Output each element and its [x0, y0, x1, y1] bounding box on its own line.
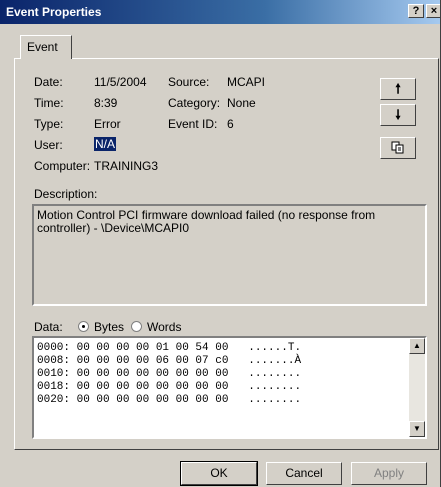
event-properties-window: Event Properties ? × Event Date: 11/5/20…	[0, 0, 441, 487]
description-text: Motion Control PCI firmware download fai…	[37, 208, 376, 235]
words-label: Words	[147, 320, 182, 334]
time-label: Time:	[34, 96, 64, 110]
down-arrow-icon: 🠗	[395, 107, 401, 122]
date-value: 11/5/2004	[94, 75, 147, 89]
computer-value: TRAINING3	[94, 159, 159, 173]
cancel-button[interactable]: Cancel	[266, 462, 342, 485]
source-value: MCAPI	[227, 75, 266, 89]
words-radio[interactable]	[131, 321, 142, 332]
copy-icon	[391, 141, 404, 154]
apply-button[interactable]: Apply	[351, 462, 427, 485]
title-bar[interactable]: Event Properties ? ×	[0, 0, 440, 24]
computer-label: Computer:	[34, 159, 91, 173]
help-button[interactable]: ?	[408, 4, 424, 18]
up-arrow-icon: 🠕	[395, 81, 401, 96]
date-label: Date:	[34, 75, 63, 89]
user-label: User:	[34, 138, 63, 152]
scroll-up-icon[interactable]: ▲	[409, 338, 425, 354]
eventid-value: 6	[227, 117, 234, 131]
category-label: Category:	[168, 96, 221, 110]
data-line: 0000: 00 00 00 00 01 00 54 00 ......T.	[37, 342, 302, 354]
bytes-label: Bytes	[94, 320, 125, 334]
user-value[interactable]: N/A	[94, 137, 117, 151]
time-value: 8:39	[94, 96, 118, 110]
description-box[interactable]: Motion Control PCI firmware download fai…	[32, 204, 427, 306]
copy-button[interactable]	[380, 137, 416, 159]
close-button[interactable]: ×	[426, 4, 440, 18]
tab-event[interactable]: Event	[20, 35, 72, 59]
previous-event-button[interactable]: 🠕	[380, 78, 416, 100]
data-scrollbar[interactable]: ▲ ▼	[409, 338, 425, 437]
source-label: Source:	[168, 75, 210, 89]
type-value: Error	[94, 117, 121, 131]
data-line: 0018: 00 00 00 00 00 00 00 00 ........	[37, 381, 302, 393]
data-line: 0010: 00 00 00 00 00 00 00 00 ........	[37, 368, 302, 380]
description-label: Description:	[34, 187, 98, 201]
category-value: None	[227, 96, 256, 110]
window-title: Event Properties	[6, 5, 102, 19]
scroll-down-icon[interactable]: ▼	[409, 421, 425, 437]
bytes-radio[interactable]	[78, 321, 89, 332]
data-label: Data:	[34, 320, 63, 334]
eventid-label: Event ID:	[168, 117, 218, 131]
data-line: 0020: 00 00 00 00 00 00 00 00 ........	[37, 394, 302, 406]
ok-button[interactable]: OK	[180, 461, 258, 486]
data-box[interactable]: 0000: 00 00 00 00 01 00 54 00 ......T. 0…	[32, 336, 427, 439]
next-event-button[interactable]: 🠗	[380, 104, 416, 126]
data-line: 0008: 00 00 00 00 06 00 07 c0 .......À	[37, 355, 302, 367]
type-label: Type:	[34, 117, 64, 131]
